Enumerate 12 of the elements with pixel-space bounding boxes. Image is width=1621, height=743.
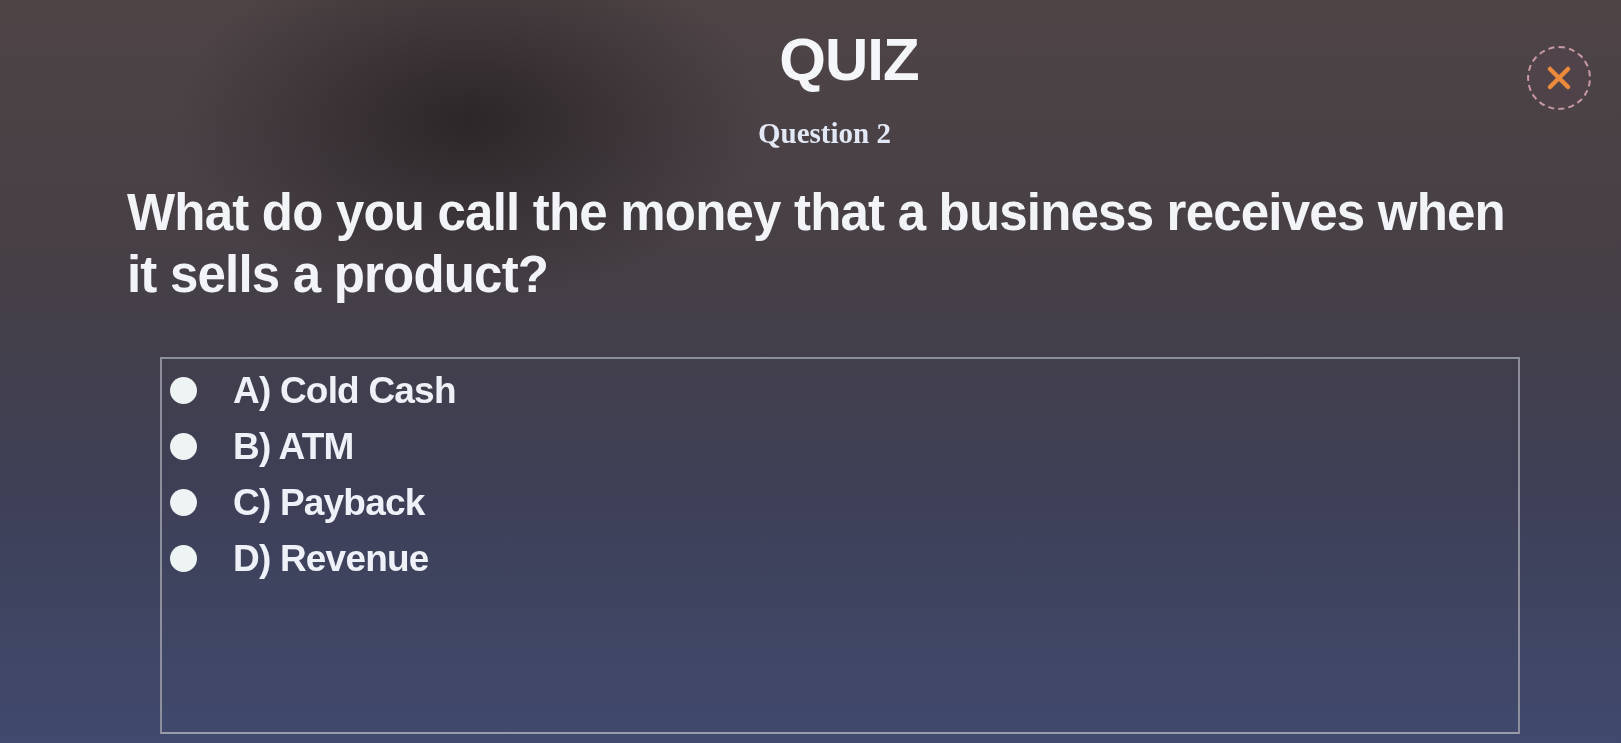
radio-icon[interactable] — [170, 545, 197, 573]
quiz-title: QUIZ — [779, 30, 919, 90]
question-number: Question 2 — [757, 116, 892, 151]
radio-icon[interactable] — [170, 489, 197, 517]
question-text: What do you call the money that a business receives when it sells a product? — [127, 182, 1506, 305]
radio-icon[interactable] — [170, 377, 197, 405]
answer-option[interactable]: B) ATM — [170, 418, 354, 475]
answer-option[interactable]: C) Payback — [170, 474, 425, 531]
radio-icon[interactable] — [170, 433, 197, 461]
answer-option[interactable]: D) Revenue — [170, 530, 429, 587]
close-icon — [1546, 65, 1572, 91]
answer-option[interactable]: A) Cold Cash — [170, 362, 456, 419]
